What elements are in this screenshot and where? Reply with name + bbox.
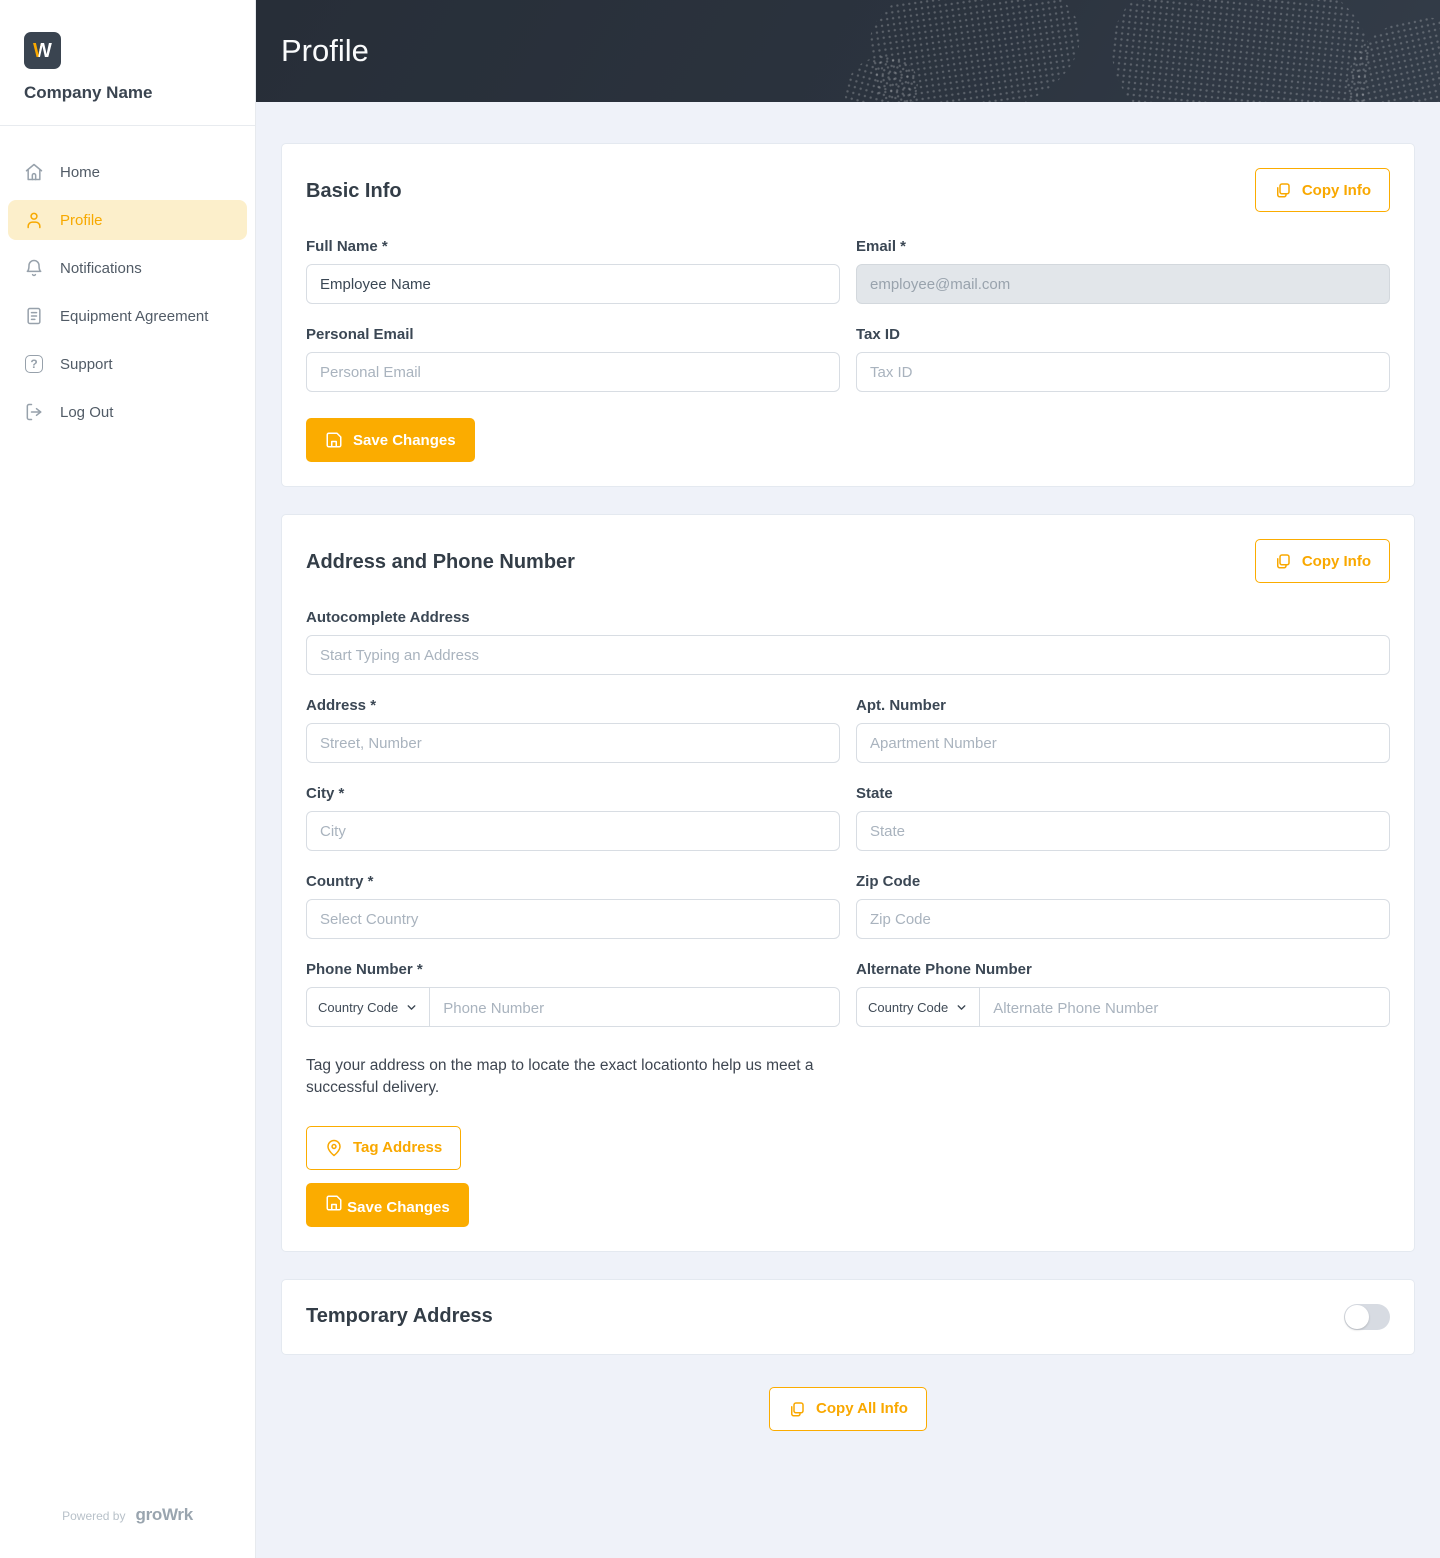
home-icon: [24, 162, 44, 182]
company-name: Company Name: [24, 83, 153, 102]
question-icon: ?: [24, 354, 44, 374]
sidebar-logo-area: W Company Name: [0, 0, 255, 125]
state-label: State: [856, 785, 893, 802]
copy-all-info-button[interactable]: Copy All Info: [769, 1386, 927, 1431]
personal-email-label: Personal Email: [306, 326, 414, 343]
zip-code-field-group: Zip Code: [856, 873, 1390, 939]
personal-email-field-group: Personal Email: [306, 326, 840, 392]
company-logo: W: [24, 32, 61, 69]
world-map-dots: [1101, 0, 1381, 102]
powered-by: Powered by groWrk: [0, 1505, 255, 1558]
autocomplete-address-field-group: Autocomplete Address: [306, 609, 1390, 675]
user-icon: [24, 210, 44, 230]
full-name-field-group: Full Name *: [306, 238, 840, 304]
sidebar: W Company Name Home Profile Notification…: [0, 0, 256, 1558]
city-input[interactable]: [306, 811, 840, 851]
sidebar-item-label: Profile: [60, 211, 103, 229]
alt-phone-field-group: Alternate Phone Number Country Code: [856, 961, 1390, 1027]
copy-icon: [1276, 554, 1290, 569]
map-pin-icon: [327, 1139, 341, 1157]
zip-code-input[interactable]: [856, 899, 1390, 939]
save-changes-button[interactable]: Save Changes: [306, 1182, 469, 1227]
bell-icon: [24, 258, 44, 278]
company-logo-letter: W: [33, 39, 52, 62]
world-map-dots: [862, 0, 1090, 102]
sidebar-item-home[interactable]: Home: [8, 152, 247, 192]
phone-number-field-group: Phone Number * Country Code: [306, 961, 840, 1027]
sidebar-item-label: Equipment Agreement: [60, 307, 209, 325]
country-field-group: Country *: [306, 873, 840, 939]
copy-info-button[interactable]: Copy Info: [1254, 539, 1390, 583]
personal-email-input[interactable]: [306, 352, 840, 392]
alt-phone-label: Alternate Phone Number: [856, 961, 1032, 978]
address-field-group: Address *: [306, 697, 840, 763]
zip-code-label: Zip Code: [856, 873, 921, 890]
temporary-address-card: Temporary Address: [281, 1278, 1415, 1355]
full-name-input[interactable]: [306, 264, 840, 304]
toggle-knob: [1345, 1304, 1369, 1329]
tax-id-input[interactable]: [856, 352, 1390, 392]
sidebar-item-equipment-agreement[interactable]: Equipment Agreement: [8, 296, 247, 336]
address-input[interactable]: [306, 723, 840, 763]
logout-icon: [24, 402, 44, 422]
powered-by-label: Powered by: [62, 1509, 126, 1523]
sidebar-item-logout[interactable]: Log Out: [8, 392, 247, 432]
page-title: Profile: [281, 33, 369, 68]
save-changes-button[interactable]: Save Changes: [306, 418, 475, 462]
email-field-group: Email *: [856, 238, 1390, 304]
email-input: [856, 264, 1390, 304]
address-title: Address and Phone Number: [306, 551, 575, 573]
chevron-down-icon: [957, 1004, 966, 1010]
apt-number-field-group: Apt. Number: [856, 697, 1390, 763]
tag-address-button[interactable]: Tag Address: [306, 1125, 462, 1170]
phone-number-label: Phone Number *: [306, 961, 423, 978]
basic-info-card: Basic Info Copy Info Full Name * Email *: [281, 143, 1415, 487]
email-label: Email *: [856, 238, 907, 255]
temporary-address-toggle[interactable]: [1344, 1303, 1390, 1330]
copy-info-button[interactable]: Copy Info: [1254, 168, 1390, 212]
sidebar-item-label: Notifications: [60, 259, 142, 277]
alt-country-code-select[interactable]: Country Code: [857, 988, 981, 1026]
alt-phone-input[interactable]: [980, 988, 1389, 1026]
sidebar-item-notifications[interactable]: Notifications: [8, 248, 247, 288]
state-field-group: State: [856, 785, 1390, 851]
apt-number-label: Apt. Number: [856, 697, 946, 714]
document-icon: [24, 306, 44, 326]
full-name-label: Full Name *: [306, 238, 388, 255]
autocomplete-address-label: Autocomplete Address: [306, 609, 470, 626]
state-input[interactable]: [856, 811, 1390, 851]
country-label: Country *: [306, 873, 374, 890]
tax-id-field-group: Tax ID: [856, 326, 1390, 392]
sidebar-item-label: Log Out: [60, 403, 114, 421]
page-header: Profile: [256, 0, 1440, 102]
country-select[interactable]: [306, 899, 840, 939]
address-label: Address *: [306, 697, 377, 714]
sidebar-item-profile[interactable]: Profile: [8, 200, 247, 240]
country-code-select[interactable]: Country Code: [307, 988, 431, 1026]
sidebar-item-support[interactable]: ? Support: [8, 344, 247, 384]
app-root: W Company Name Home Profile Notification…: [0, 0, 1440, 1558]
copy-icon: [1276, 183, 1290, 198]
address-card: Address and Phone Number Copy Info Autoc…: [281, 514, 1415, 1252]
city-field-group: City *: [306, 785, 840, 851]
copy-icon: [791, 1402, 804, 1417]
page-content: Basic Info Copy Info Full Name * Email *: [256, 102, 1440, 1558]
temporary-address-title: Temporary Address: [306, 1305, 493, 1328]
growrk-logo: groWrk: [135, 1505, 193, 1524]
tax-id-label: Tax ID: [856, 326, 900, 343]
city-label: City *: [306, 785, 345, 802]
basic-info-title: Basic Info: [306, 180, 402, 202]
main-area: Profile Basic Info Copy Info Full Name *…: [256, 0, 1440, 1558]
autocomplete-address-input[interactable]: [306, 635, 1390, 675]
save-icon: [326, 432, 342, 448]
sidebar-item-label: Home: [60, 163, 101, 181]
chevron-down-icon: [407, 1004, 416, 1010]
sidebar-nav: Home Profile Notifications Equipment Agr…: [0, 126, 255, 440]
phone-number-input[interactable]: [430, 988, 839, 1026]
tag-address-note: Tag your address on the map to locate th…: [306, 1057, 814, 1097]
apt-number-input[interactable]: [856, 723, 1390, 763]
sidebar-item-label: Support: [60, 355, 113, 373]
save-icon: [326, 1195, 342, 1211]
